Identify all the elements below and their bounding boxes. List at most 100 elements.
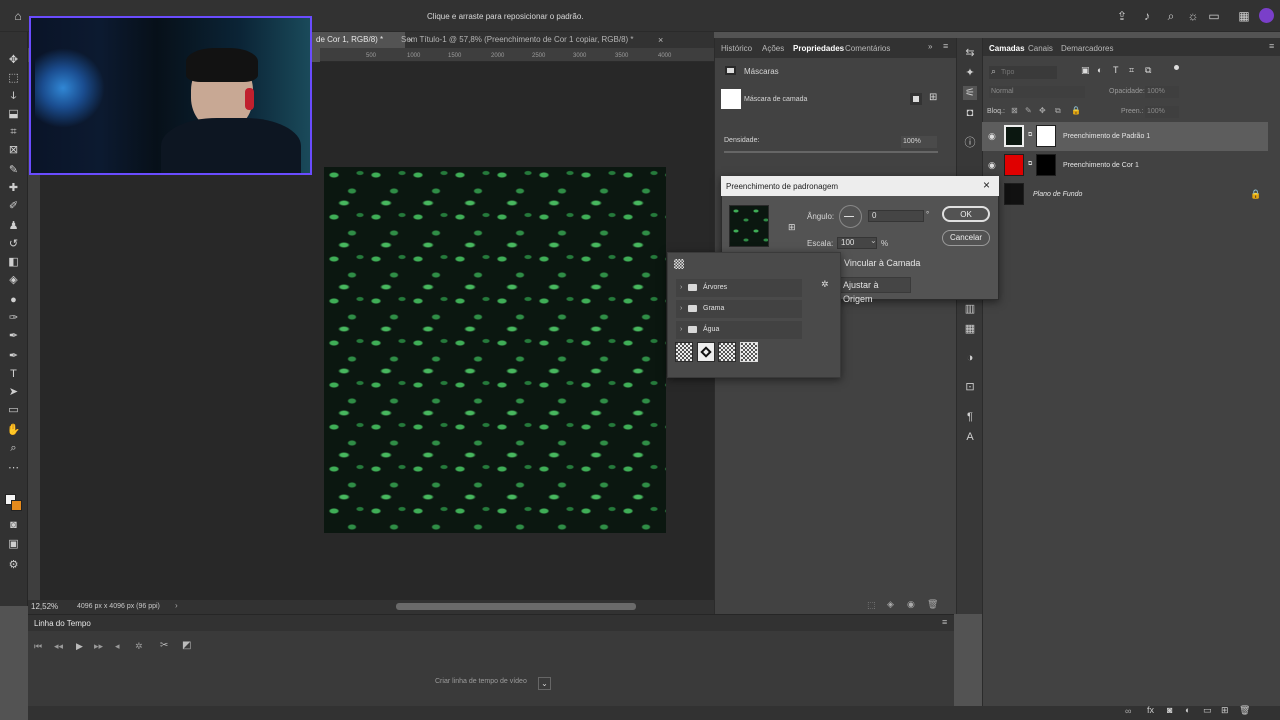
chevron-right-icon[interactable]: › — [680, 300, 682, 318]
trash-icon[interactable]: 🗑 — [1239, 705, 1250, 716]
avatar[interactable] — [1259, 8, 1274, 23]
horizontal-scrollbar[interactable] — [396, 603, 636, 610]
add-mask-icon[interactable]: ◙ — [1167, 705, 1172, 715]
layer-row[interactable]: Plano de Fundo 🔒 — [982, 180, 1268, 209]
quick-mask-icon[interactable]: ◙ — [5, 518, 22, 533]
screen-mode-icon[interactable]: ▣ — [5, 537, 22, 552]
pattern-swatch[interactable] — [718, 342, 736, 362]
chevron-down-icon[interactable]: ⌄ — [538, 677, 551, 690]
eyedropper-tool-icon[interactable]: ✎ — [5, 163, 22, 178]
more-tools-icon[interactable]: ⋯ — [5, 461, 22, 476]
search-icon[interactable]: ⌕ — [1164, 9, 1178, 23]
frame-tool-icon[interactable]: ⊠ — [5, 143, 22, 158]
swatches-icon[interactable]: ▥ — [963, 302, 977, 316]
brightness-icon[interactable]: ☼ — [1186, 9, 1200, 23]
eraser-tool-icon[interactable]: ◧ — [5, 255, 22, 270]
apply-mask-icon[interactable]: ◈ — [887, 599, 894, 610]
pattern-preview[interactable] — [729, 205, 769, 247]
healing-tool-icon[interactable]: ✚ — [5, 181, 22, 196]
chevron-right-icon[interactable]: › — [680, 279, 682, 297]
window-icon[interactable]: ▭ — [1207, 9, 1221, 23]
tab-actions[interactable]: Ações — [762, 41, 784, 56]
fill-value[interactable]: 100% — [1145, 106, 1179, 118]
pixel-mask-icon[interactable] — [910, 93, 922, 105]
tab-document-1[interactable]: de Cor 1, RGB/8) * — [310, 32, 405, 48]
brush-tool-icon[interactable]: ✐ — [5, 199, 22, 214]
hand-tool-icon[interactable]: ✋ — [5, 423, 22, 438]
character-icon[interactable]: A — [963, 430, 977, 444]
type-tool-icon[interactable]: T — [5, 367, 22, 382]
marquee-tool-icon[interactable]: ⬚ — [5, 71, 22, 86]
audio-icon[interactable]: ◂ — [115, 641, 120, 652]
filter-smart-icon[interactable]: ⧉ — [1145, 65, 1151, 76]
angle-dial[interactable] — [839, 205, 862, 228]
new-group-icon[interactable]: ▭ — [1203, 705, 1212, 716]
tab-paths[interactable]: Demarcadores — [1061, 41, 1113, 56]
filter-toggle-icon[interactable] — [1174, 65, 1179, 70]
rectangle-tool-icon[interactable]: ▭ — [5, 403, 22, 418]
dodge-tool-icon[interactable]: ✑ — [5, 311, 22, 326]
lock-pixels-icon[interactable]: ✎ — [1025, 106, 1032, 115]
next-frame-icon[interactable]: ▸▸ — [94, 641, 103, 652]
chevron-right-icon[interactable]: › — [175, 601, 178, 610]
libraries-icon[interactable]: ⇆ — [963, 46, 977, 60]
new-layer-icon[interactable]: ⊞ — [1221, 705, 1229, 716]
paint-bucket-tool-icon[interactable]: ◈ — [5, 273, 22, 288]
lock-icon[interactable]: 🔒 — [1250, 189, 1261, 200]
play-icon[interactable]: ▶ — [76, 641, 83, 652]
ok-button[interactable]: OK — [942, 206, 990, 222]
home-icon[interactable]: ⌂ — [11, 9, 25, 23]
background-color-swatch[interactable] — [11, 500, 22, 511]
visibility-icon[interactable]: ◉ — [988, 160, 996, 171]
bell-icon[interactable]: ♪ — [1140, 9, 1154, 23]
stamp-tool-icon[interactable]: ♟ — [5, 219, 22, 234]
visibility-icon[interactable]: ◉ — [988, 131, 996, 142]
new-preset-icon[interactable]: ⊞ — [788, 222, 796, 233]
create-video-timeline-button[interactable]: Criar linha de tempo de vídeo — [435, 678, 527, 692]
tab-document-2[interactable]: Sem Título-1 @ 57,8% (Preenchimento de C… — [393, 32, 663, 48]
tab-comments[interactable]: Comentários — [845, 41, 890, 56]
filter-adjust-icon[interactable]: ◐ — [1097, 65, 1102, 75]
patterns-icon[interactable]: ▦ — [963, 322, 977, 336]
tab-layers[interactable]: Camadas — [989, 41, 1025, 56]
lasso-tool-icon[interactable]: ↆ — [5, 89, 22, 104]
lock-transparency-icon[interactable]: ⊠ — [1011, 106, 1018, 115]
blend-mode-select[interactable]: Normal — [989, 86, 1085, 98]
color-icon[interactable]: ◑ — [963, 351, 977, 365]
chevron-down-icon[interactable]: ⌄ — [870, 236, 877, 245]
navigator-icon[interactable]: ⊡ — [963, 380, 977, 394]
move-tool-icon[interactable]: ✥ — [5, 53, 22, 68]
opacity-value[interactable]: 100% — [1145, 86, 1179, 98]
transition-icon[interactable]: ◩ — [182, 640, 191, 651]
new-fill-icon[interactable]: ◐ — [1185, 705, 1190, 715]
selection-icon[interactable]: ⬚ — [867, 600, 876, 611]
zoom-tool-icon[interactable]: ⌕ — [5, 441, 22, 456]
chevron-right-icon[interactable]: › — [680, 321, 682, 339]
panel-menu-icon[interactable]: ≡ — [943, 41, 948, 51]
grid-icon[interactable]: ▦ — [1237, 9, 1251, 23]
panel-menu-icon[interactable]: ≡ — [1269, 41, 1274, 51]
folder-item[interactable]: › Grama — [676, 300, 802, 318]
lock-position-icon[interactable]: ✥ — [1039, 106, 1046, 115]
info-icon[interactable]: ⓘ — [963, 136, 977, 150]
tab-channels[interactable]: Canais — [1028, 41, 1053, 56]
prev-frame-icon[interactable]: ◂◂ — [54, 641, 63, 652]
vector-mask-icon[interactable]: ⊞ — [929, 92, 937, 103]
zoom-level[interactable]: 12,52% — [31, 602, 58, 611]
layer-row[interactable]: ◉ ⧉ Preenchimento de Padrão 1 — [982, 122, 1268, 151]
close-icon[interactable]: × — [983, 178, 990, 192]
close-icon[interactable]: × — [658, 35, 663, 45]
folder-item[interactable]: › Árvores — [676, 279, 802, 297]
trash-icon[interactable]: 🗑 — [927, 599, 938, 610]
layer-filter-search[interactable]: ⌕ — [989, 66, 1057, 79]
settings-icon[interactable]: ✲ — [135, 641, 143, 652]
angle-input[interactable]: 0 — [868, 210, 924, 222]
visibility-icon[interactable]: ◉ — [907, 599, 915, 610]
filter-shape-icon[interactable]: ⌗ — [1129, 65, 1134, 76]
pattern-swatch[interactable] — [740, 342, 758, 362]
blur-tool-icon[interactable]: ● — [5, 293, 22, 308]
first-frame-icon[interactable]: ⏮ — [34, 641, 42, 652]
pattern-canvas[interactable] — [324, 167, 666, 533]
filter-pixel-icon[interactable]: ▣ — [1081, 65, 1090, 76]
pen-tool-icon[interactable]: ✒ — [5, 329, 22, 344]
